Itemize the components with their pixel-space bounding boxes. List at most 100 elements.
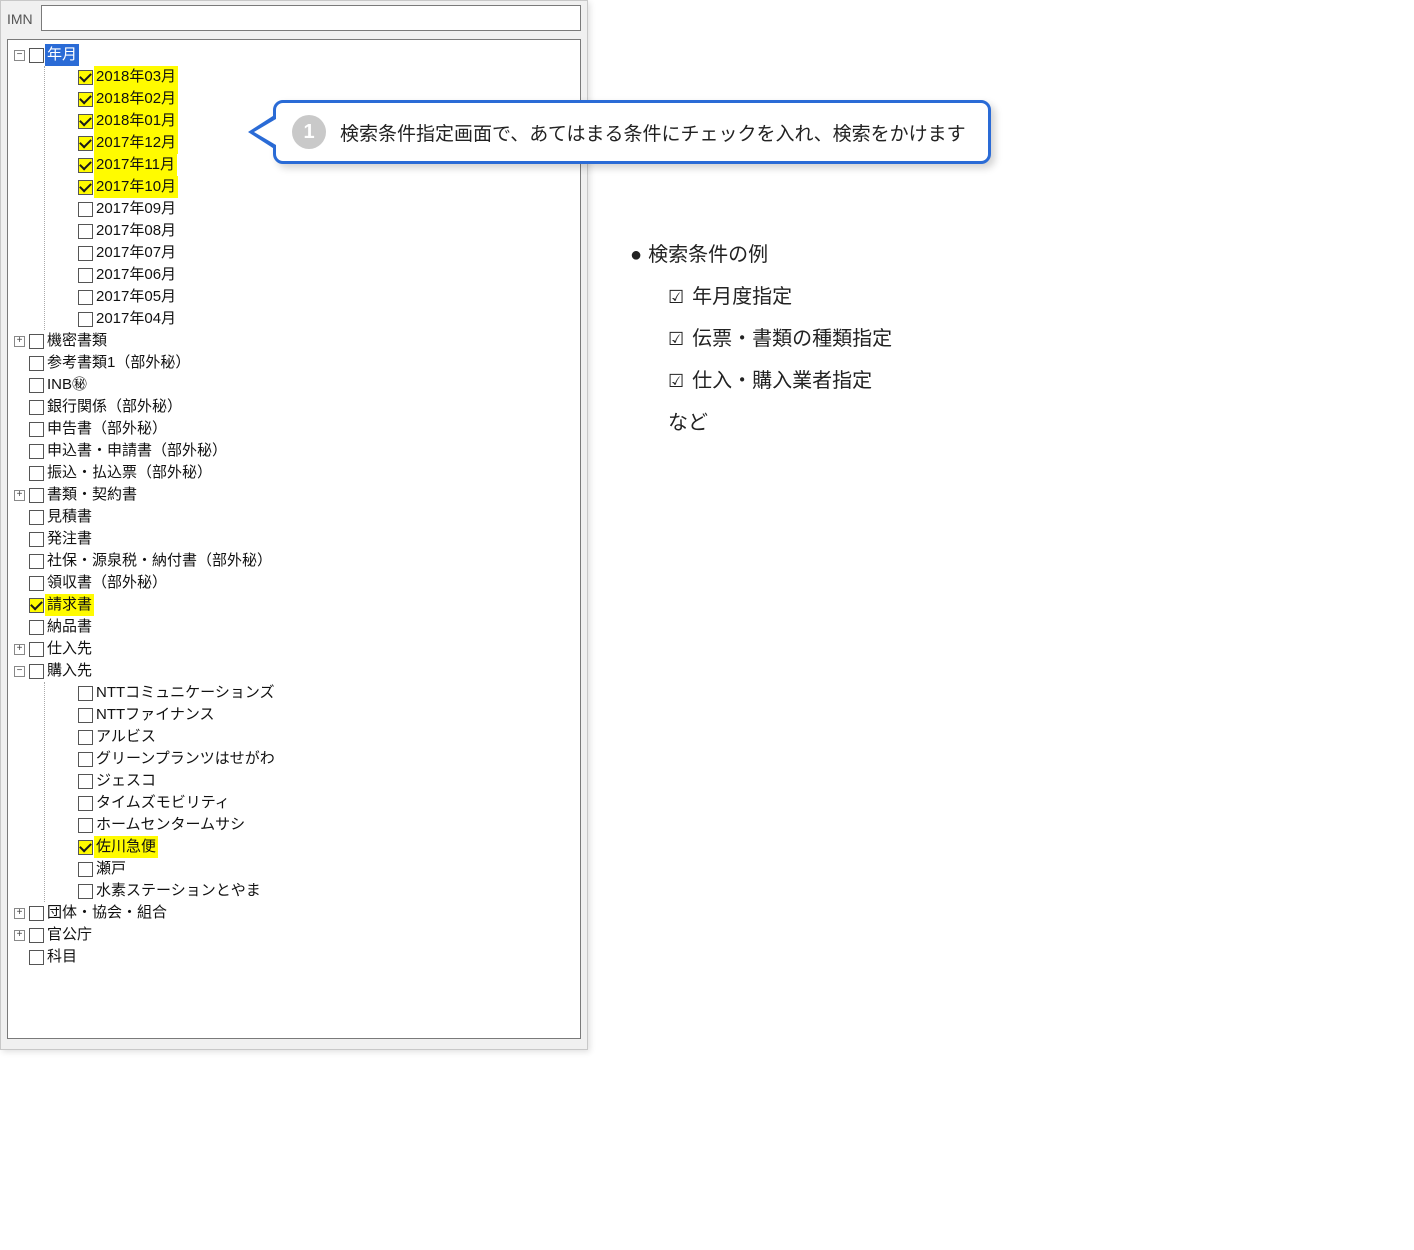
checkbox[interactable] xyxy=(78,158,93,173)
tree-label[interactable]: 振込・払込票（部外秘） xyxy=(45,462,214,484)
tree-label[interactable]: 請求書 xyxy=(45,594,94,616)
expander-icon[interactable]: + xyxy=(14,336,25,347)
tree-label[interactable]: 領収書（部外秘） xyxy=(45,572,169,594)
tree-label[interactable]: 2017年11月 xyxy=(94,154,177,176)
checkbox[interactable] xyxy=(78,752,93,767)
checkbox[interactable] xyxy=(78,840,93,855)
checkbox[interactable] xyxy=(78,884,93,899)
checkbox[interactable] xyxy=(29,488,44,503)
tree-node: 申込書・申請書（部外秘） xyxy=(14,440,576,462)
checkbox[interactable] xyxy=(29,444,44,459)
tree-label[interactable]: 2017年08月 xyxy=(94,220,178,242)
checkbox[interactable] xyxy=(29,400,44,415)
tree-label[interactable]: 水素ステーションとやま xyxy=(94,880,263,902)
tree-label[interactable]: 機密書類 xyxy=(45,330,109,352)
checkbox[interactable] xyxy=(78,774,93,789)
tree-label[interactable]: 佐川急便 xyxy=(94,836,158,858)
expander-icon[interactable]: + xyxy=(14,644,25,655)
checkbox[interactable] xyxy=(29,950,44,965)
checkbox[interactable] xyxy=(78,862,93,877)
tree-label[interactable]: 2018年01月 xyxy=(94,110,178,132)
tree-label[interactable]: 見積書 xyxy=(45,506,94,528)
checkbox[interactable] xyxy=(29,378,44,393)
checkbox[interactable] xyxy=(78,312,93,327)
tree-label[interactable]: ホームセンタームサシ xyxy=(94,814,247,836)
checkbox-buyers[interactable] xyxy=(29,664,44,679)
tree-label-year-month[interactable]: 年月 xyxy=(45,44,79,66)
checkbox[interactable] xyxy=(29,642,44,657)
checkbox[interactable] xyxy=(29,532,44,547)
tree-label[interactable]: 銀行関係（部外秘） xyxy=(45,396,184,418)
tree-label[interactable]: 科目 xyxy=(45,946,79,968)
tree-label[interactable]: 納品書 xyxy=(45,616,94,638)
tree-node: + 団体・協会・組合 xyxy=(14,902,576,924)
tree-node: + 書類・契約書 xyxy=(14,484,576,506)
checkbox[interactable] xyxy=(78,290,93,305)
checkbox[interactable] xyxy=(78,268,93,283)
checkbox[interactable] xyxy=(29,620,44,635)
tree-label[interactable]: 瀬戸 xyxy=(94,858,128,880)
tree-row: 水素ステーションとやま xyxy=(63,880,576,902)
tree-label[interactable]: 2017年04月 xyxy=(94,308,178,330)
tree-label[interactable]: 2017年07月 xyxy=(94,242,178,264)
checkbox[interactable] xyxy=(78,730,93,745)
tree-row: + 書類・契約書 xyxy=(14,484,576,506)
tree-label[interactable]: INB㊙ xyxy=(45,374,89,396)
tree-label[interactable]: NTTコミュニケーションズ xyxy=(94,682,277,704)
tree-label[interactable]: 官公庁 xyxy=(45,924,94,946)
checkbox[interactable] xyxy=(78,114,93,129)
checkbox[interactable] xyxy=(78,246,93,261)
tree-label[interactable]: 申込書・申請書（部外秘） xyxy=(45,440,229,462)
checkbox[interactable] xyxy=(29,598,44,613)
expander-year-month[interactable]: − xyxy=(14,50,25,61)
checkbox[interactable] xyxy=(29,554,44,569)
imn-input[interactable] xyxy=(41,5,581,31)
tree-label[interactable]: 申告書（部外秘） xyxy=(45,418,169,440)
tree-label[interactable]: アルビス xyxy=(94,726,158,748)
callout-arrow-inner-icon xyxy=(254,119,276,145)
checkbox[interactable] xyxy=(29,334,44,349)
tree-label[interactable]: ジェスコ xyxy=(94,770,158,792)
checkbox[interactable] xyxy=(78,796,93,811)
checkbox[interactable] xyxy=(78,202,93,217)
checkbox[interactable] xyxy=(29,356,44,371)
checkbox[interactable] xyxy=(78,818,93,833)
tree-label[interactable]: 2017年06月 xyxy=(94,264,178,286)
tree-node: 請求書 xyxy=(14,594,576,616)
tree-label[interactable]: 発注書 xyxy=(45,528,94,550)
checkbox[interactable] xyxy=(78,180,93,195)
checkbox[interactable] xyxy=(29,510,44,525)
checkbox[interactable] xyxy=(29,906,44,921)
tree-label[interactable]: 2017年10月 xyxy=(94,176,178,198)
checkbox[interactable] xyxy=(78,70,93,85)
checkbox[interactable] xyxy=(78,686,93,701)
tree-label[interactable]: 2018年02月 xyxy=(94,88,178,110)
expander-icon[interactable]: + xyxy=(14,908,25,919)
tree-label[interactable]: 書類・契約書 xyxy=(45,484,139,506)
tree-label[interactable]: 2017年05月 xyxy=(94,286,178,308)
checkbox[interactable] xyxy=(78,708,93,723)
expander-buyers[interactable]: − xyxy=(14,666,25,677)
expander-icon[interactable]: + xyxy=(14,930,25,941)
tree-label[interactable]: タイムズモビリティ xyxy=(94,792,232,814)
tree-label[interactable]: グリーンプランツはせがわ xyxy=(94,748,277,770)
checkbox[interactable] xyxy=(29,576,44,591)
tree-label[interactable]: 2017年09月 xyxy=(94,198,178,220)
checkbox[interactable] xyxy=(29,422,44,437)
checkbox[interactable] xyxy=(29,466,44,481)
checkbox[interactable] xyxy=(78,92,93,107)
tree-node: 申告書（部外秘） xyxy=(14,418,576,440)
expander-icon[interactable]: + xyxy=(14,490,25,501)
tree-label[interactable]: 団体・協会・組合 xyxy=(45,902,169,924)
tree-label[interactable]: NTTファイナンス xyxy=(94,704,217,726)
tree-label[interactable]: 仕入先 xyxy=(45,638,94,660)
checkbox[interactable] xyxy=(78,136,93,151)
tree-label-buyers[interactable]: 購入先 xyxy=(45,660,94,682)
tree-label[interactable]: 社保・源泉税・納付書（部外秘） xyxy=(45,550,274,572)
tree-label[interactable]: 2018年03月 xyxy=(94,66,178,88)
checkbox[interactable] xyxy=(29,928,44,943)
checkbox[interactable] xyxy=(78,224,93,239)
tree-label[interactable]: 2017年12月 xyxy=(94,132,178,154)
tree-label[interactable]: 参考書類1（部外秘） xyxy=(45,352,192,374)
checkbox-year-month[interactable] xyxy=(29,48,44,63)
